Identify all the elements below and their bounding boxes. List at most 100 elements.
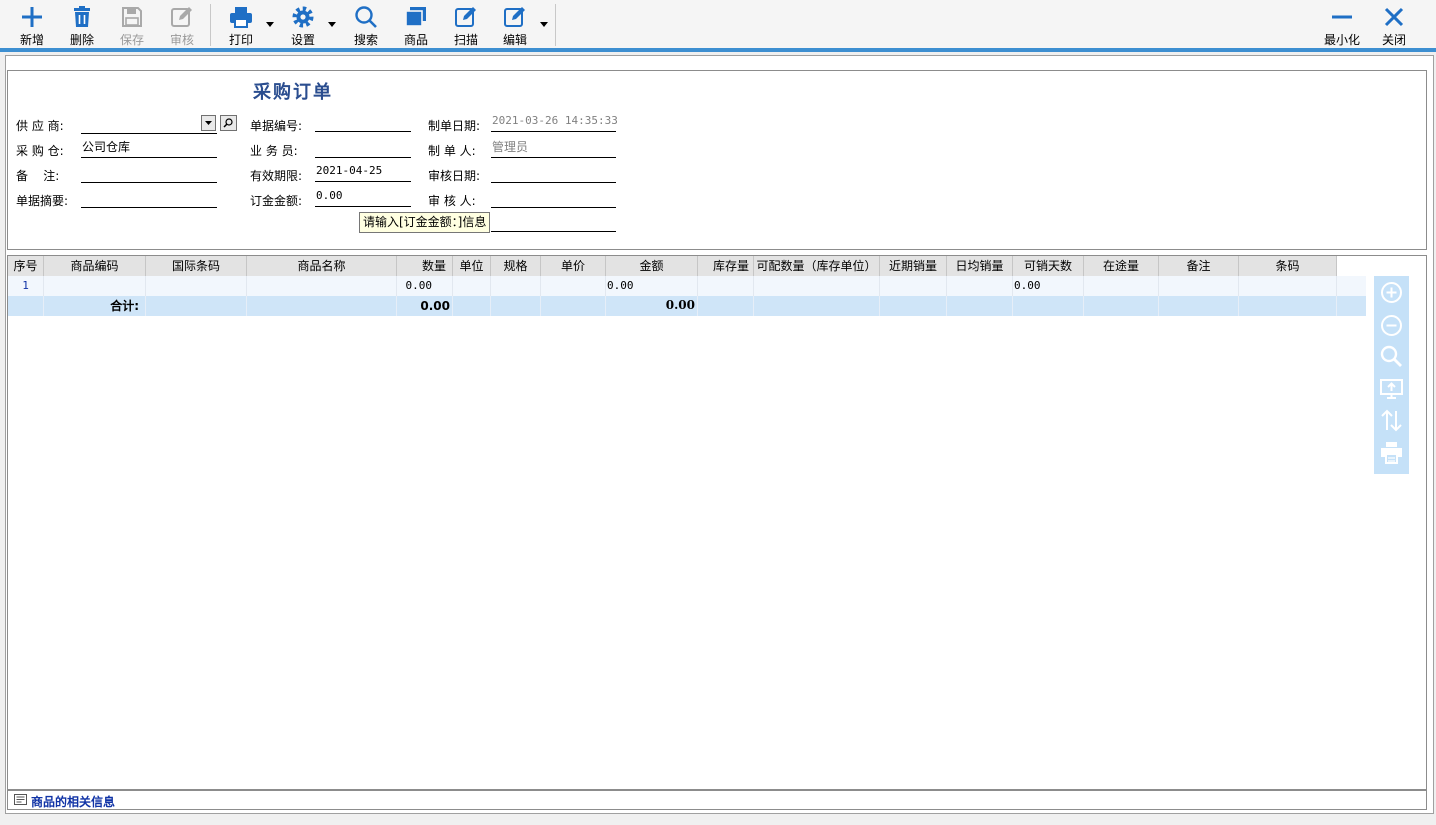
settings-dropdown-caret-icon[interactable] <box>328 20 336 28</box>
grid-header-row: 序号 商品编码 国际条码 商品名称 数量 单位 规格 单价 金额 库存量 可配数… <box>8 256 1337 276</box>
doc-no-label: 单据编号: <box>250 119 303 133</box>
total-cell <box>453 296 491 316</box>
total-cell <box>754 296 880 316</box>
col-header-unit[interactable]: 单位 <box>453 256 491 276</box>
minimize-button[interactable]: 最小化 <box>1317 0 1367 48</box>
col-header-spec[interactable]: 规格 <box>491 256 541 276</box>
cell-in-transit[interactable] <box>1084 276 1159 296</box>
edit-label: 编辑 <box>502 33 527 47</box>
col-header-stock[interactable]: 库存量 <box>698 256 754 276</box>
printer-icon[interactable] <box>1380 441 1403 464</box>
cell-qty[interactable]: 0.00 <box>397 276 453 296</box>
col-header-code[interactable]: 商品编码 <box>44 256 146 276</box>
printer-icon <box>230 7 252 28</box>
remark-field[interactable] <box>81 164 217 183</box>
minimize-icon <box>1332 15 1352 19</box>
total-cell <box>1013 296 1084 316</box>
salesman-field[interactable] <box>315 139 411 158</box>
col-header-qty[interactable]: 数量 <box>397 256 453 276</box>
col-header-remark[interactable]: 备注 <box>1159 256 1239 276</box>
col-header-barcode[interactable]: 条码 <box>1239 256 1337 276</box>
cell-unit[interactable] <box>453 276 491 296</box>
toolbar-divider <box>0 48 1436 52</box>
document-icon <box>14 794 27 805</box>
deposit-field[interactable]: 0.00 <box>315 188 411 207</box>
cell-code[interactable] <box>44 276 146 296</box>
col-header-recent-sales[interactable]: 近期销量 <box>880 256 947 276</box>
warehouse-label: 采 购 仓: <box>16 144 64 158</box>
save-icon <box>122 7 142 27</box>
edit-dropdown-caret-icon[interactable] <box>540 20 548 28</box>
product-button[interactable]: 商品 <box>391 0 441 48</box>
print-button[interactable]: 打印 <box>216 0 266 48</box>
col-header-name[interactable]: 商品名称 <box>247 256 397 276</box>
total-cell <box>247 296 397 316</box>
supplier-field[interactable] <box>81 115 217 134</box>
cell-no[interactable]: 1 <box>8 276 44 296</box>
delete-label: 删除 <box>69 33 94 47</box>
cell-remark[interactable] <box>1159 276 1239 296</box>
col-header-no[interactable]: 序号 <box>8 256 44 276</box>
deposit-label: 订金金额: <box>250 194 303 208</box>
supplier-lookup-button[interactable] <box>220 115 237 131</box>
cell-amount[interactable]: 0.00 <box>606 276 698 296</box>
doc-no-field[interactable] <box>315 113 411 132</box>
cell-price[interactable] <box>541 276 606 296</box>
col-header-in-transit[interactable]: 在途量 <box>1084 256 1159 276</box>
close-button[interactable]: 关闭 <box>1369 0 1419 48</box>
cell-sellable-days[interactable]: 0.00 <box>1013 276 1084 296</box>
cell-barcode[interactable] <box>1239 276 1337 296</box>
cell-spec[interactable] <box>491 276 541 296</box>
extra-field <box>491 213 616 232</box>
save-button[interactable]: 保存 <box>107 0 157 48</box>
delete-button[interactable]: 删除 <box>57 0 107 48</box>
zoom-out-icon[interactable] <box>1380 314 1403 337</box>
product-info-link[interactable]: 商品的相关信息 <box>31 793 115 810</box>
total-cell <box>698 296 754 316</box>
chevron-down-icon <box>205 121 212 125</box>
settings-button[interactable]: 设置 <box>278 0 328 48</box>
screen-icon[interactable] <box>1380 377 1403 400</box>
print-dropdown-caret-icon[interactable] <box>266 20 274 28</box>
col-header-price[interactable]: 单价 <box>541 256 606 276</box>
search-icon[interactable] <box>1380 345 1403 368</box>
warehouse-field[interactable]: 公司仓库 <box>81 139 217 158</box>
cell-recent-sales[interactable] <box>880 276 947 296</box>
order-header-panel <box>7 70 1427 250</box>
audit-button[interactable]: 审核 <box>157 0 207 48</box>
minimize-label: 最小化 <box>1323 33 1360 47</box>
supplier-dropdown-button[interactable] <box>201 115 216 131</box>
zoom-in-icon[interactable] <box>1380 281 1403 304</box>
cell-allocatable[interactable] <box>754 276 880 296</box>
audit-date-label: 审核日期: <box>428 169 481 183</box>
settings-label: 设置 <box>290 33 315 47</box>
sort-icon[interactable] <box>1380 409 1403 432</box>
cell-stock[interactable] <box>698 276 754 296</box>
total-amount: 0.00 <box>606 296 698 316</box>
valid-until-field[interactable]: 2021-04-25 <box>315 163 411 182</box>
total-cell <box>1084 296 1159 316</box>
scan-label: 扫描 <box>453 33 478 47</box>
magnifier-icon <box>223 118 233 128</box>
scan-button[interactable]: 扫描 <box>441 0 491 48</box>
summary-field[interactable] <box>81 189 217 208</box>
total-cell <box>880 296 947 316</box>
cell-name[interactable] <box>247 276 397 296</box>
col-header-sellable-days[interactable]: 可销天数 <box>1013 256 1084 276</box>
col-header-amount[interactable]: 金额 <box>606 256 698 276</box>
add-label: 新增 <box>19 33 44 47</box>
cell-daily-sales[interactable] <box>947 276 1013 296</box>
add-button[interactable]: 新增 <box>7 0 57 48</box>
table-row[interactable]: 1 0.00 0.00 0.00 <box>8 276 1366 296</box>
remark-label: 备 注: <box>16 169 60 183</box>
edit-button[interactable]: 编辑 <box>490 0 540 48</box>
scan-edit-icon <box>455 7 476 27</box>
product-label: 商品 <box>403 33 428 47</box>
total-cell <box>1239 296 1337 316</box>
cell-barcode-intl[interactable] <box>146 276 247 296</box>
col-header-daily-sales[interactable]: 日均销量 <box>947 256 1013 276</box>
col-header-barcode-intl[interactable]: 国际条码 <box>146 256 247 276</box>
col-header-allocatable[interactable]: 可配数量（库存单位） <box>754 256 880 276</box>
search-button[interactable]: 搜索 <box>341 0 391 48</box>
close-icon <box>1384 7 1404 27</box>
